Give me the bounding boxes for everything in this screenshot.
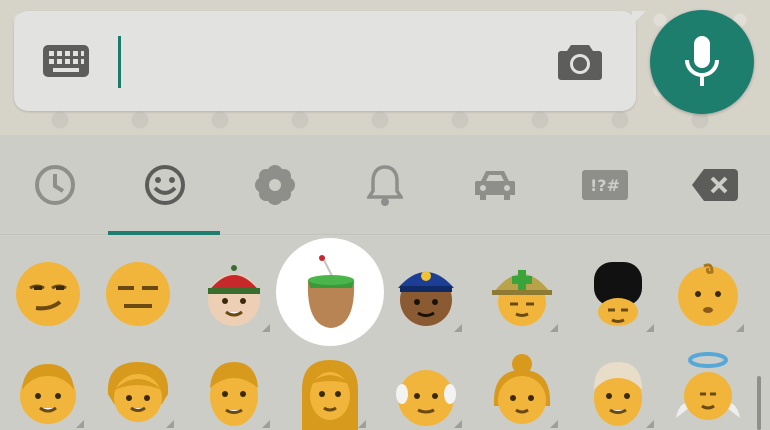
flower-icon	[255, 165, 295, 205]
variant-indicator	[76, 420, 84, 428]
car-icon	[475, 171, 515, 200]
tab-nature[interactable]	[220, 135, 330, 235]
variant-indicator	[454, 420, 462, 428]
bell-icon	[367, 165, 403, 206]
text-cursor	[118, 36, 121, 88]
backspace-button[interactable]	[660, 135, 770, 235]
variant-indicator	[262, 324, 270, 332]
tab-recent[interactable]	[0, 135, 110, 235]
scrollbar[interactable]	[757, 376, 761, 430]
message-input-bar[interactable]	[14, 11, 646, 111]
girl-icon	[107, 362, 169, 422]
mic-icon	[685, 36, 719, 86]
variant-indicator	[736, 324, 744, 332]
variant-indicator	[646, 324, 654, 332]
emoji-older-woman[interactable]	[474, 342, 570, 430]
backspace-icon	[692, 169, 738, 201]
tab-objects[interactable]	[330, 135, 440, 235]
emoji-man-light-hair[interactable]	[570, 342, 666, 430]
emoji-woman[interactable]	[282, 342, 378, 430]
emoji-older-man[interactable]	[378, 342, 474, 430]
symbols-tab-label: !?#	[590, 175, 620, 195]
emoji-boy[interactable]	[0, 342, 96, 430]
emoji-smirking-face[interactable]	[0, 246, 96, 342]
emoji-expressionless-face[interactable]	[90, 246, 186, 342]
emoji-baby[interactable]	[660, 246, 756, 342]
emoji-man[interactable]	[186, 342, 282, 430]
active-tab-indicator	[108, 231, 220, 235]
smirking-face-icon	[16, 262, 80, 326]
man-icon	[210, 362, 258, 426]
keyboard-button[interactable]	[40, 41, 92, 81]
tab-smileys[interactable]	[110, 135, 220, 235]
emoji-police-officer[interactable]	[378, 246, 474, 342]
older-woman-icon	[493, 354, 551, 424]
variant-indicator	[166, 420, 174, 428]
variant-indicator	[358, 420, 366, 428]
emoji-guardsman[interactable]	[570, 246, 666, 342]
camera-icon	[558, 45, 602, 80]
variant-indicator	[454, 324, 462, 332]
message-input[interactable]	[134, 47, 534, 77]
boy-icon	[20, 364, 76, 424]
symbols-icon: !?#	[582, 170, 628, 200]
guardsman-icon	[594, 262, 642, 326]
man-light-hair-icon	[594, 362, 642, 426]
voice-record-button[interactable]	[650, 10, 754, 114]
tab-places[interactable]	[440, 135, 550, 235]
rescue-worker-helmet-icon	[492, 270, 552, 326]
emoji-rescue-worker-helmet[interactable]	[474, 246, 570, 342]
emoji-girl[interactable]	[90, 342, 186, 430]
mate-drink-icon	[307, 255, 355, 328]
angel-icon	[676, 352, 740, 420]
smiley-icon	[145, 165, 185, 205]
clock-icon	[35, 165, 75, 205]
tab-symbols[interactable]: !?#	[550, 135, 660, 235]
emoji-man-with-cap[interactable]	[186, 246, 282, 342]
police-officer-icon	[398, 271, 454, 326]
variant-indicator	[550, 324, 558, 332]
man-with-cap-icon	[208, 265, 260, 326]
variant-indicator	[646, 420, 654, 428]
expressionless-face-icon	[106, 262, 170, 326]
older-man-icon	[396, 370, 456, 426]
variant-indicator	[262, 420, 270, 428]
emoji-angel[interactable]	[660, 342, 756, 430]
emoji-category-tabs: !?#	[0, 135, 770, 235]
emoji-mate-drink[interactable]	[282, 246, 378, 342]
woman-icon	[302, 360, 358, 430]
camera-button[interactable]	[554, 37, 606, 85]
baby-icon	[678, 263, 738, 326]
keyboard-icon	[43, 45, 89, 77]
variant-indicator	[550, 420, 558, 428]
